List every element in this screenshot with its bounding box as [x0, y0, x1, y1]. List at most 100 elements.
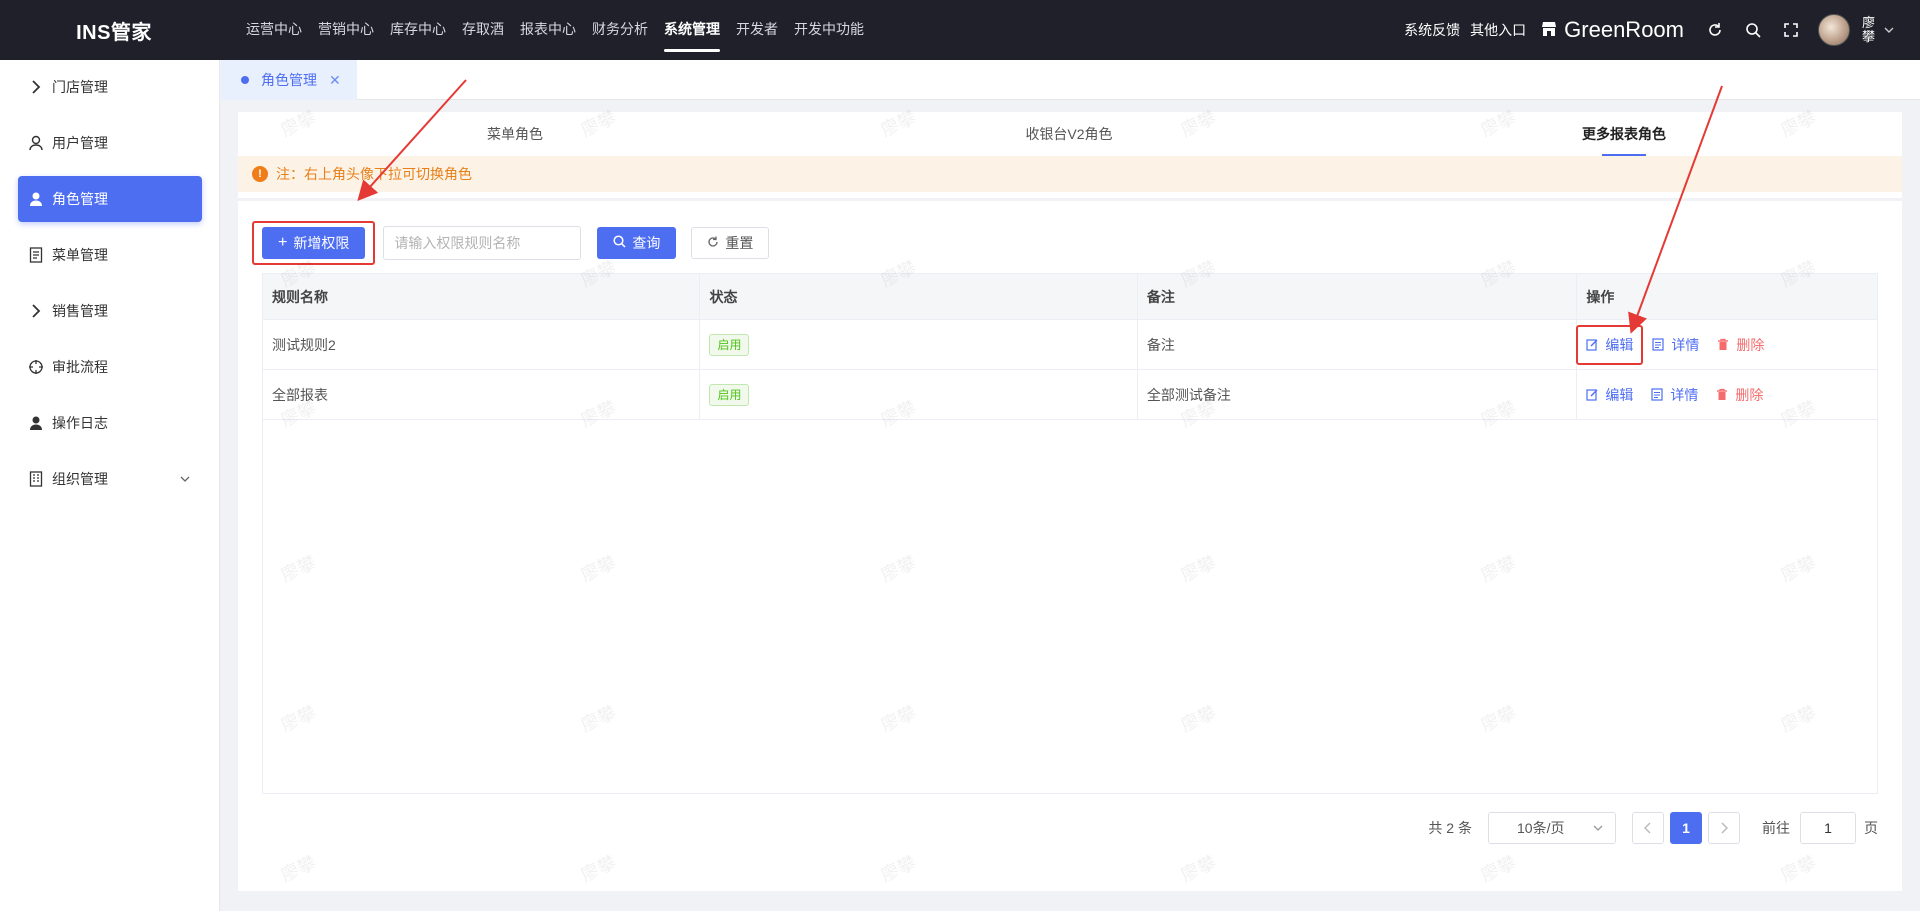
add-permission-label: 新增权限	[293, 235, 350, 251]
delete-button[interactable]: 删除	[1716, 385, 1763, 405]
sidebar-item-roles[interactable]: 角色管理	[18, 176, 202, 222]
rule-name: 测试规则2	[263, 320, 701, 369]
nav-item-system[interactable]: 系统管理	[664, 0, 720, 60]
trash-icon	[1716, 388, 1730, 402]
detail-button[interactable]: 详情	[1652, 335, 1699, 355]
chevron-down-icon	[1593, 820, 1603, 836]
sidebar-item-stores[interactable]: 门店管理	[18, 64, 202, 110]
avatar[interactable]	[1818, 14, 1850, 46]
edit-icon	[1586, 388, 1600, 402]
reset-button[interactable]: 重置	[691, 227, 770, 259]
top-nav: 运营中心 营销中心 库存中心 存取酒 报表中心 财务分析 系统管理 开发者 开发…	[246, 0, 880, 60]
sidebar-item-approval[interactable]: 审批流程	[18, 344, 202, 390]
nav-item-reports[interactable]: 报表中心	[520, 0, 576, 60]
status-badge: 启用	[709, 333, 750, 356]
reset-label: 重置	[725, 235, 754, 251]
trash-icon	[1717, 338, 1731, 352]
status-badge: 启用	[709, 383, 750, 406]
table-header: 规则名称 状态 备注 操作	[263, 274, 1877, 320]
feedback-link[interactable]: 系统反馈	[1404, 20, 1460, 40]
store-switcher[interactable]: GreenRoom	[1540, 17, 1684, 43]
nav-item-wine-storage[interactable]: 存取酒	[462, 0, 504, 60]
user-icon	[28, 415, 44, 431]
edit-button[interactable]: 编辑	[1586, 385, 1633, 405]
tab-cashier-v2-roles[interactable]: 收银台V2角色	[1025, 112, 1112, 156]
query-button[interactable]: 查询	[597, 227, 677, 259]
role-panel-header: 菜单角色 收银台V2角色 更多报表角色 ! 注：右上角头像下拉可切换角色	[238, 112, 1902, 198]
user-icon	[28, 191, 44, 207]
user-outline-icon	[28, 135, 44, 151]
row-actions: 编辑 详情 删除	[1577, 370, 1877, 419]
search-icon	[613, 234, 626, 252]
building-icon	[28, 471, 44, 487]
active-dot-icon	[241, 76, 249, 84]
row-actions: 编辑 详情 删除	[1576, 320, 1877, 369]
document-icon	[1651, 387, 1665, 402]
chevron-right-icon	[28, 303, 44, 319]
tab-role-management[interactable]: 角色管理 ✕	[221, 60, 357, 100]
role-tabs: 菜单角色 收银台V2角色 更多报表角色	[238, 112, 1902, 156]
detail-button[interactable]: 详情	[1651, 385, 1698, 405]
store-icon	[1540, 20, 1558, 41]
refresh-icon[interactable]	[1705, 20, 1725, 40]
sidebar-item-users[interactable]: 用户管理	[18, 120, 202, 166]
chevron-right-icon	[28, 79, 44, 95]
nav-item-finance[interactable]: 财务分析	[592, 0, 648, 60]
goto-suffix: 页	[1864, 820, 1878, 836]
crosshair-icon	[28, 359, 44, 375]
goto-page-input[interactable]	[1800, 812, 1856, 844]
search-icon[interactable]	[1743, 20, 1763, 40]
prev-page-button[interactable]	[1632, 812, 1664, 844]
sidebar-item-label: 门店管理	[52, 79, 108, 95]
edit-button[interactable]: 编辑	[1576, 324, 1644, 365]
rule-remark: 全部测试备注	[1138, 370, 1578, 419]
sidebar-item-logs[interactable]: 操作日志	[18, 400, 202, 446]
next-page-button[interactable]	[1708, 812, 1740, 844]
sidebar-item-label: 角色管理	[52, 191, 108, 207]
delete-button[interactable]: 删除	[1717, 335, 1764, 355]
nav-item-in-development[interactable]: 开发中功能	[794, 0, 864, 60]
fullscreen-icon[interactable]	[1781, 20, 1801, 40]
page-button[interactable]: 1	[1670, 812, 1702, 844]
delete-label: 删除	[1736, 336, 1765, 353]
top-right-area: 系统反馈 其他入口 GreenRoom 廖攀	[1404, 0, 1920, 60]
username[interactable]: 廖攀	[1862, 16, 1876, 44]
page-size-select[interactable]: 10条/页	[1488, 812, 1616, 844]
detail-label: 详情	[1670, 386, 1699, 403]
document-icon	[1652, 337, 1666, 352]
search-input[interactable]	[383, 226, 582, 260]
chevron-down-icon[interactable]	[1884, 22, 1894, 38]
edit-label: 编辑	[1605, 336, 1634, 353]
toolbar: + 新增权限 查询 重置	[252, 221, 770, 265]
sidebar-item-sales[interactable]: 销售管理	[18, 288, 202, 334]
page-size-value: 10条/页	[1517, 820, 1565, 836]
tab-menu-roles[interactable]: 菜单角色	[487, 112, 543, 156]
total-count: 共 2 条	[1428, 820, 1472, 836]
nav-item-developer[interactable]: 开发者	[736, 0, 778, 60]
notice-text: 注：右上角头像下拉可切换角色	[276, 166, 472, 182]
sidebar: 门店管理 用户管理 角色管理 菜单管理 销售管理 审批流程 操作日志 组织管理	[0, 60, 220, 911]
edit-label: 编辑	[1605, 386, 1634, 403]
app-logo[interactable]: INS管家	[0, 16, 228, 45]
close-icon[interactable]: ✕	[329, 72, 341, 89]
notice-banner: ! 注：右上角头像下拉可切换角色	[238, 156, 1902, 192]
add-permission-button[interactable]: + 新增权限	[262, 227, 366, 259]
sidebar-item-organization[interactable]: 组织管理	[18, 456, 202, 502]
store-name: GreenRoom	[1564, 17, 1684, 42]
column-header-name: 规则名称	[263, 274, 701, 319]
nav-item-inventory[interactable]: 库存中心	[390, 0, 446, 60]
delete-label: 删除	[1735, 386, 1764, 403]
top-bar: INS管家 运营中心 营销中心 库存中心 存取酒 报表中心 财务分析 系统管理 …	[0, 0, 1920, 60]
nav-item-marketing[interactable]: 营销中心	[318, 0, 374, 60]
tab-more-report-roles[interactable]: 更多报表角色	[1582, 112, 1666, 156]
sidebar-item-label: 销售管理	[52, 303, 108, 319]
column-header-actions: 操作	[1586, 288, 1615, 305]
document-icon	[28, 247, 44, 263]
other-entry-link[interactable]: 其他入口	[1470, 20, 1526, 40]
sidebar-item-label: 审批流程	[52, 359, 108, 375]
nav-item-operations[interactable]: 运营中心	[246, 0, 302, 60]
detail-label: 详情	[1671, 336, 1700, 353]
sidebar-item-label: 操作日志	[52, 415, 108, 431]
sidebar-item-menus[interactable]: 菜单管理	[18, 232, 202, 278]
chevron-left-icon	[1644, 822, 1651, 834]
